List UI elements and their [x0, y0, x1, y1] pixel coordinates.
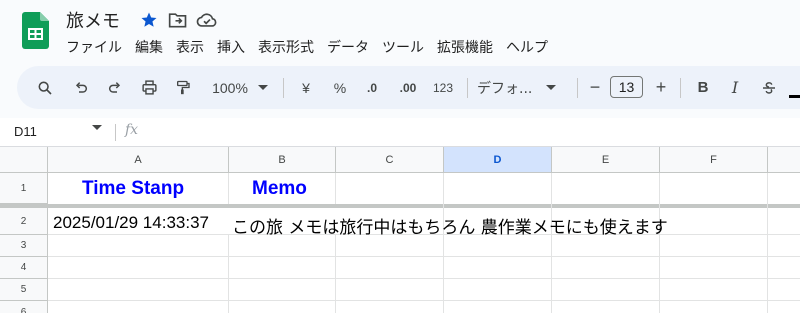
number-format-button[interactable]: 123 [429, 66, 457, 109]
menu-bar: ファイル 編集 表示 挿入 表示形式 データ ツール 拡張機能 ヘルプ [66, 37, 561, 57]
document-title[interactable]: 旅メモ [66, 7, 120, 33]
chevron-down-icon [546, 84, 557, 90]
gridline [767, 173, 768, 313]
row-header-4[interactable]: 4 [0, 257, 48, 279]
redo-icon[interactable] [101, 66, 129, 109]
cell-a2[interactable]: 2025/01/29 14:33:37 [53, 213, 209, 233]
column-header-a[interactable]: A [48, 147, 229, 172]
menu-tools[interactable]: ツール [382, 37, 424, 57]
paint-format-icon[interactable] [169, 66, 197, 109]
menu-extensions[interactable]: 拡張機能 [437, 37, 493, 57]
currency-format-button[interactable]: ¥ [295, 66, 317, 109]
cell-a1[interactable]: Time Stanp [82, 178, 184, 200]
font-size-value: 13 [618, 79, 635, 95]
decrease-font-size-button[interactable]: − [585, 66, 605, 109]
cloud-saved-icon[interactable] [196, 9, 218, 31]
spreadsheet-grid[interactable]: A B C D E F 1 2 3 4 5 6 Time Stanp Memo … [0, 147, 800, 313]
text-color-icon[interactable] [787, 66, 800, 109]
cell-b1[interactable]: Memo [252, 178, 307, 200]
sheets-logo-icon[interactable] [22, 12, 49, 49]
toolbar: 100% ¥ % .0 .00 123 デフォ... − 13 + B I [17, 66, 800, 109]
menu-edit[interactable]: 編集 [135, 37, 163, 57]
menu-format[interactable]: 表示形式 [258, 37, 314, 57]
row-header-1[interactable]: 1 [0, 173, 48, 204]
move-folder-icon[interactable] [167, 9, 189, 31]
cell-b2[interactable]: この旅 メモは旅行中はもちろん 農作業メモにも使えます [232, 213, 668, 238]
toolbar-divider [680, 78, 681, 98]
fx-icon: fx [125, 122, 139, 138]
menu-data[interactable]: データ [327, 37, 369, 57]
column-header-b[interactable]: B [229, 147, 336, 172]
percent-label: % [333, 79, 347, 96]
column-header-f[interactable]: F [660, 147, 768, 172]
gridline [48, 300, 800, 301]
italic-button[interactable]: I [723, 66, 747, 109]
increase-decimal-label: .00 [399, 80, 417, 95]
gridline [48, 278, 800, 279]
gridline [228, 173, 229, 204]
print-icon[interactable] [135, 66, 163, 109]
font-size-input[interactable]: 13 [610, 76, 643, 98]
strikethrough-icon[interactable] [757, 66, 781, 109]
gridline [659, 173, 660, 313]
row-header-3[interactable]: 3 [0, 235, 48, 257]
formula-divider [115, 124, 116, 141]
zoom-value: 100% [212, 79, 248, 96]
frozen-row-divider[interactable] [0, 204, 800, 208]
menu-view[interactable]: 表示 [176, 37, 204, 57]
app-header: 旅メモ ファイル 編集 表示 挿入 表示形式 データ ツール 拡張機能 ヘルプ [0, 0, 800, 62]
column-header-e[interactable]: E [552, 147, 660, 172]
formula-bar: D11 fx [0, 118, 800, 147]
number-format-label: 123 [432, 80, 454, 95]
menu-help[interactable]: ヘルプ [506, 37, 548, 57]
select-all-corner[interactable] [0, 147, 48, 172]
column-header-g[interactable] [768, 147, 800, 172]
gridline [443, 173, 444, 313]
toolbar-divider [577, 78, 578, 98]
plus-icon: + [655, 77, 667, 97]
toolbar-divider [467, 78, 468, 98]
name-box[interactable]: D11 [14, 124, 37, 139]
row-header-2[interactable]: 2 [0, 208, 48, 235]
toolbar-divider [283, 78, 284, 98]
gridline [48, 256, 800, 257]
gridline [228, 235, 229, 313]
gridline [551, 173, 552, 313]
gridline [335, 173, 336, 204]
increase-font-size-button[interactable]: + [651, 66, 671, 109]
row-header-6[interactable]: 6 [0, 301, 48, 313]
search-menus-icon[interactable] [31, 66, 59, 109]
column-header-c[interactable]: C [336, 147, 444, 172]
chevron-down-icon [257, 84, 268, 90]
percent-format-button[interactable]: % [329, 66, 351, 109]
bold-icon: B [697, 79, 709, 96]
gridline [335, 235, 336, 313]
column-header-row: A B C D E F [0, 147, 800, 173]
chevron-down-icon[interactable] [92, 125, 102, 131]
decrease-decimal-button[interactable]: .0 [357, 66, 387, 109]
star-icon[interactable] [138, 9, 160, 31]
font-select[interactable]: デフォ... [477, 66, 569, 109]
menu-file[interactable]: ファイル [66, 37, 122, 57]
menu-insert[interactable]: 挿入 [217, 37, 245, 57]
decrease-decimal-label: .0 [366, 80, 377, 95]
increase-decimal-button[interactable]: .00 [391, 66, 425, 109]
currency-label: ¥ [302, 79, 310, 96]
undo-icon[interactable] [67, 66, 95, 109]
italic-icon: I [731, 78, 739, 97]
zoom-select[interactable]: 100% [204, 66, 276, 109]
row-header-5[interactable]: 5 [0, 279, 48, 301]
column-header-d[interactable]: D [444, 147, 552, 172]
minus-icon: − [589, 77, 601, 97]
font-value: デフォ... [477, 80, 533, 97]
bold-button[interactable]: B [691, 66, 715, 109]
